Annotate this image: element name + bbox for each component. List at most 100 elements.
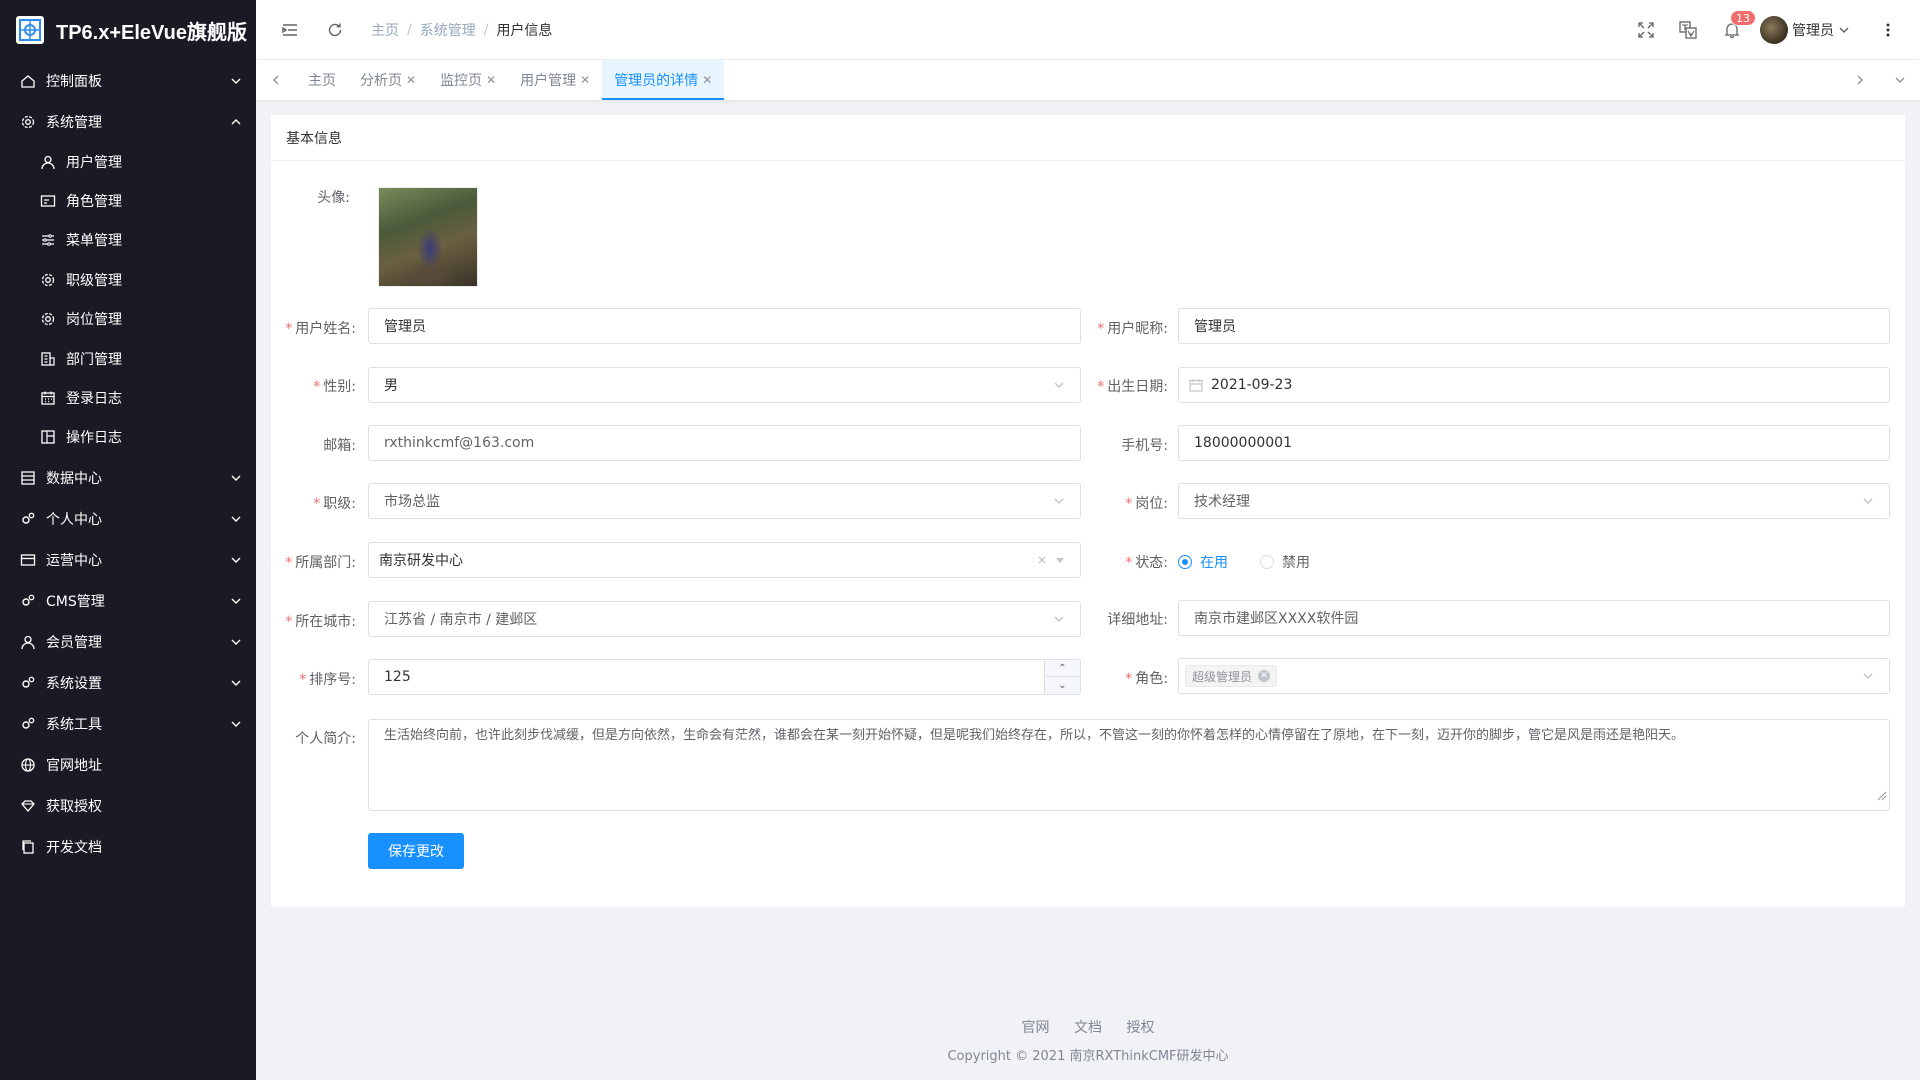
dept-label: * 所属部门: <box>285 555 356 571</box>
status-radio-disabled[interactable]: 禁用 <box>1260 552 1310 572</box>
tab-label: 监控页 <box>440 73 483 89</box>
sidebar-item-label: 操作日志 <box>66 430 122 447</box>
intro-textarea[interactable]: 生活始终向前，也许此刻步伐减缓，但是方向依然，生命会有茫然，谁都会在某一刻开始怀… <box>368 719 1890 811</box>
sidebar-item-label: 个人中心 <box>46 511 102 528</box>
footer-link[interactable]: 文档 <box>1074 1020 1102 1036</box>
sidebar-item-sub-2[interactable]: 菜单管理 <box>0 221 256 260</box>
diamond-icon <box>20 798 36 814</box>
tab-label: 分析页 <box>360 73 402 89</box>
more-vertical-icon[interactable] <box>1878 20 1898 40</box>
calendar-icon <box>1189 378 1203 392</box>
close-icon[interactable]: ✕ <box>486 73 496 87</box>
globe-icon <box>20 757 36 773</box>
nickname-label: * 用户昵称: <box>1097 321 1168 337</box>
sidebar-item-2[interactable]: 数据中心 <box>0 457 256 498</box>
position-select[interactable]: 技术经理 <box>1178 483 1890 519</box>
sidebar-item-5[interactable]: CMS管理 <box>0 580 256 621</box>
clear-icon[interactable] <box>1037 555 1047 565</box>
avatar-label: 头像: <box>317 190 350 206</box>
sidebar-item-label: 系统设置 <box>46 675 102 692</box>
app-logo[interactable]: TP6.x+EleVue旗舰版 <box>0 0 256 60</box>
refresh-icon[interactable] <box>325 20 345 40</box>
breadcrumb-home[interactable]: 主页 <box>371 20 399 40</box>
sidebar-item-4[interactable]: 运营中心 <box>0 539 256 580</box>
sidebar-item-sub-4[interactable]: 岗位管理 <box>0 300 256 339</box>
footer-link[interactable]: 官网 <box>1022 1020 1050 1036</box>
dept-tree-select[interactable]: 南京研发中心 <box>368 542 1081 578</box>
tag-close-icon[interactable]: ✕ <box>1258 670 1271 682</box>
email-field[interactable]: rxthinkcmf@163.com <box>368 425 1081 461</box>
close-icon[interactable]: ✕ <box>406 73 416 87</box>
close-icon[interactable]: ✕ <box>580 73 590 87</box>
tab-label: 用户管理 <box>520 73 577 89</box>
stepper-up-icon[interactable]: ⌃ <box>1045 660 1080 677</box>
caret-down-icon <box>1055 555 1065 565</box>
nickname-input[interactable]: 管理员 <box>1178 308 1890 344</box>
notification-bell-icon[interactable]: 13 <box>1722 9 1756 40</box>
sidebar-item-label: 部门管理 <box>66 351 122 368</box>
gender-select[interactable]: 男 <box>368 367 1081 403</box>
sidebar-item-8[interactable]: 系统工具 <box>0 703 256 744</box>
status-radio-active[interactable]: 在用 <box>1178 552 1228 572</box>
role-multiselect[interactable]: 超级管理员 ✕ <box>1178 658 1890 694</box>
sort-number-input[interactable]: 125 ⌃ ⌄ <box>368 659 1081 695</box>
footer-link[interactable]: 授权 <box>1126 1020 1154 1036</box>
gender-label: * 性别: <box>313 379 356 395</box>
mobile-field[interactable]: 18000000001 <box>1178 425 1890 461</box>
tab-4[interactable]: 管理员的详情 ✕ <box>602 60 725 100</box>
breadcrumb-system[interactable]: 系统管理 <box>420 20 476 40</box>
sidebar-item-11[interactable]: 开发文档 <box>0 826 256 867</box>
city-cascader[interactable]: 江苏省 / 南京市 / 建邺区 <box>368 601 1081 637</box>
close-icon[interactable]: ✕ <box>702 73 712 87</box>
tabs-scroll-right-icon[interactable] <box>1840 60 1880 100</box>
copy-icon <box>20 839 36 855</box>
sidebar-item-sub-7[interactable]: 操作日志 <box>0 418 256 457</box>
sidebar-submenu-system: 用户管理 角色管理菜单管理职级管理 岗位管理部门管理登录日志操作日志 <box>0 142 256 457</box>
mobile-label: 手机号: <box>1121 438 1168 454</box>
level-select[interactable]: 市场总监 <box>368 483 1081 519</box>
sidebar-item-sub-5[interactable]: 部门管理 <box>0 339 256 378</box>
chevron-down-icon <box>231 598 241 604</box>
chevron-down-icon <box>1862 495 1874 507</box>
sidebar-item-sub-3[interactable]: 职级管理 <box>0 260 256 299</box>
sidebar-item-7[interactable]: 系统设置 <box>0 662 256 703</box>
address-field[interactable]: 南京市建邺区XXXX软件园 <box>1178 600 1890 636</box>
basic-info-card: 基本信息 头像: * 用户姓名: 管理员 * 用户昵称: 管理员 * 性别: 男 * 出… <box>271 115 1905 907</box>
tab-2[interactable]: 监控页 ✕ <box>428 60 508 100</box>
menu-fold-icon[interactable] <box>280 20 300 40</box>
tabs-dropdown-icon[interactable] <box>1880 60 1920 100</box>
sidebar-item-sub-1[interactable]: 角色管理 <box>0 181 256 220</box>
resize-handle-icon[interactable] <box>1875 788 1887 808</box>
avatar-image[interactable] <box>378 187 478 287</box>
sidebar-item-10[interactable]: 获取授权 <box>0 785 256 826</box>
sidebar-item-3[interactable]: 个人中心 <box>0 498 256 539</box>
sidebar-item-1[interactable]: 系统管理 <box>0 101 256 142</box>
realname-input[interactable]: 管理员 <box>368 308 1081 344</box>
sidebar-item-sub-6[interactable]: 登录日志 <box>0 378 256 417</box>
save-button[interactable]: 保存更改 <box>368 833 464 869</box>
sidebar-item-label: 菜单管理 <box>66 233 122 250</box>
sort-label: * 排序号: <box>299 672 356 688</box>
sidebar-item-sub-0[interactable]: 用户管理 <box>0 142 256 181</box>
sidebar-item-0[interactable]: 控制面板 <box>0 60 256 101</box>
username: 管理员 <box>1792 22 1834 39</box>
intro-label: 个人简介: <box>295 731 356 747</box>
sidebar-item-9[interactable]: 官网地址 <box>0 744 256 785</box>
birthday-datepicker[interactable]: 2021-09-23 <box>1178 367 1890 403</box>
stepper-down-icon[interactable]: ⌄ <box>1045 677 1080 694</box>
tabs-scroll-left-icon[interactable] <box>256 60 296 100</box>
tab-3[interactable]: 用户管理 ✕ <box>508 60 602 100</box>
card-title: 基本信息 <box>271 115 1905 161</box>
sidebar-item-label: 系统管理 <box>46 114 102 131</box>
user-menu[interactable]: 管理员 <box>1760 15 1850 44</box>
sidebar-item-6[interactable]: 会员管理 <box>0 621 256 662</box>
tab-0[interactable]: 主页 <box>296 60 348 100</box>
fullscreen-icon[interactable] <box>1636 20 1656 40</box>
translate-icon[interactable] <box>1678 20 1698 40</box>
position-label: * 岗位: <box>1125 496 1168 512</box>
chevron-down-icon <box>1053 613 1065 625</box>
chevron-down-icon <box>1839 27 1849 33</box>
tab-1[interactable]: 分析页 ✕ <box>348 60 428 100</box>
quantity-stepper: ⌃ ⌄ <box>1044 660 1080 694</box>
sidebar: TP6.x+EleVue旗舰版 控制面板系统管理用户管理 角色管理菜单管理职级管理… <box>0 0 256 1080</box>
